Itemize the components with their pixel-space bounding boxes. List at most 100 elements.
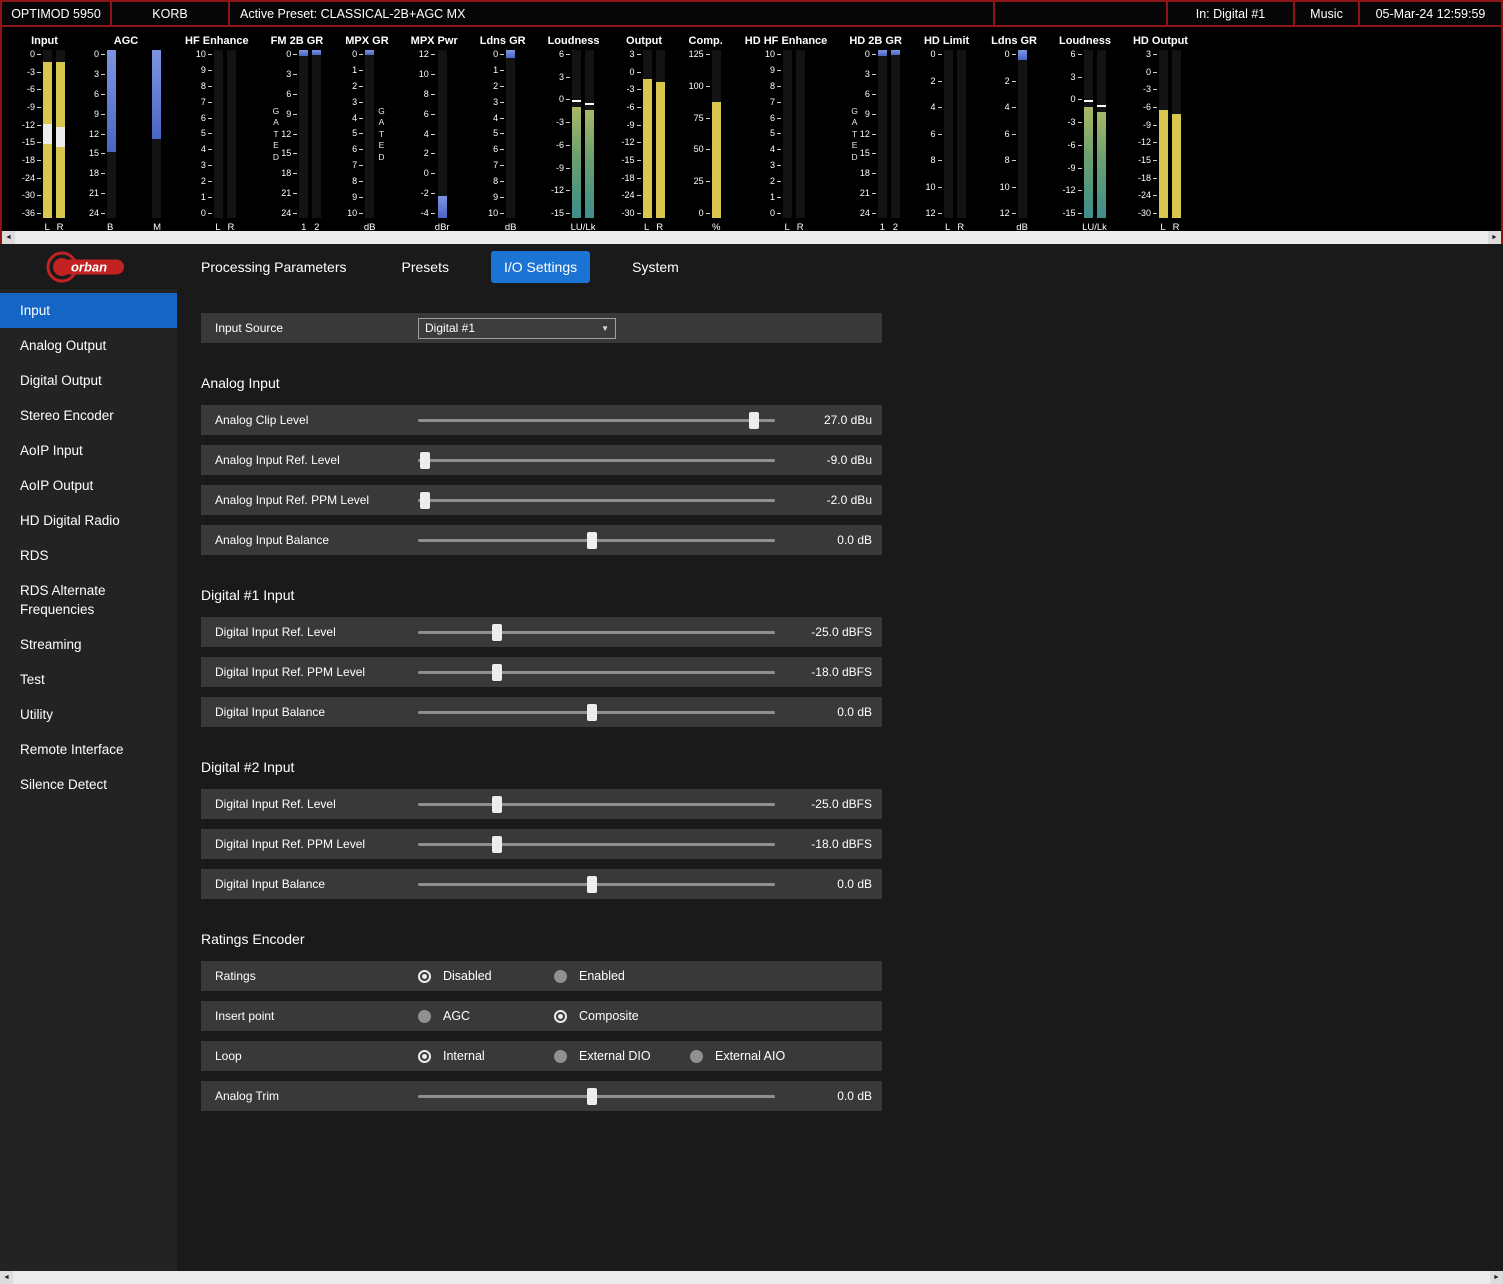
- input-indicator: In: Digital #1: [1168, 2, 1295, 25]
- analog-input-ref-ppm-level-slider[interactable]: [418, 485, 775, 515]
- sidebar-item-digital-output[interactable]: Digital Output: [0, 363, 177, 398]
- analog-input-ref-level-slider[interactable]: [418, 445, 775, 475]
- scale-tick: 0: [196, 209, 212, 218]
- meter-group-hd-hf-enhance-10: HD HF Enhance109876543210LR: [745, 35, 828, 233]
- param-row-analog-input-ref-level: Analog Input Ref. Level-9.0 dBu: [201, 445, 882, 475]
- scale-tick: 9: [196, 66, 212, 75]
- sidebar-item-aoip-output[interactable]: AoIP Output: [0, 468, 177, 503]
- page-scrollbar[interactable]: ◄ ►: [0, 1271, 1503, 1284]
- radio-icon: [418, 970, 431, 983]
- scale-tick: 10: [1000, 183, 1016, 192]
- sidebar-item-rds-alternate-frequencies[interactable]: RDS Alternate Frequencies: [0, 573, 177, 627]
- meter-bridge: Input0-3-6-9-12-15-18-24-30-36LRAGC03691…: [2, 27, 1501, 231]
- scale-tick: -6: [22, 85, 41, 94]
- page-scroll-right-button[interactable]: ►: [1490, 1271, 1503, 1284]
- scale-tick: 25: [689, 177, 710, 186]
- radio-icon: [418, 1050, 431, 1063]
- scroll-right-button[interactable]: ►: [1488, 231, 1501, 244]
- param-label: Digital Input Ref. PPM Level: [215, 837, 418, 851]
- slider-handle[interactable]: [492, 664, 502, 681]
- meter-bar: [1018, 50, 1027, 218]
- slider-track[interactable]: [418, 499, 775, 502]
- page-scrollbar-track[interactable]: [13, 1271, 1490, 1284]
- tab-processing-parameters[interactable]: Processing Parameters: [188, 251, 360, 283]
- slider-track[interactable]: [418, 843, 775, 846]
- slider-track[interactable]: [418, 671, 775, 674]
- slider-track[interactable]: [418, 803, 775, 806]
- scale-tick: 15: [281, 149, 297, 158]
- section-heading-digital-2-input: Digital #2 Input: [201, 759, 1503, 775]
- analog-input-balance-slider[interactable]: [418, 525, 775, 555]
- slider-handle[interactable]: [420, 452, 430, 469]
- param-label: Analog Input Ref. PPM Level: [215, 493, 418, 507]
- meter-peak: [1097, 105, 1106, 107]
- analog-clip-level-slider[interactable]: [418, 405, 775, 435]
- digital-input-balance-slider[interactable]: [418, 697, 775, 727]
- meter-scale: 012345678910: [488, 50, 504, 218]
- scale-tick: 10: [765, 50, 781, 59]
- meter-scrollbar[interactable]: ◄ ►: [2, 231, 1501, 244]
- param-label: Analog Clip Level: [215, 413, 418, 427]
- sidebar-item-analog-output[interactable]: Analog Output: [0, 328, 177, 363]
- radio-option-external-dio[interactable]: External DIO: [554, 1049, 690, 1063]
- radio-option-agc[interactable]: AGC: [418, 1009, 554, 1023]
- meter-scale: 109876543210: [765, 50, 781, 218]
- scale-tick: 6: [347, 145, 363, 154]
- meter-title: Output: [626, 35, 662, 50]
- slider-track[interactable]: [418, 419, 775, 422]
- meter-bar: [643, 50, 652, 218]
- analog-trim-slider[interactable]: [418, 1081, 775, 1111]
- device-name: OPTIMOD 5950: [2, 2, 112, 25]
- meter-group-hd-output-15: HD Output30-3-6-9-12-15-18-24-30LR: [1133, 35, 1188, 233]
- digital-input-balance-slider[interactable]: [418, 869, 775, 899]
- scale-tick: 8: [1000, 156, 1016, 165]
- slider-handle[interactable]: [492, 796, 502, 813]
- tab-presets[interactable]: Presets: [389, 251, 462, 283]
- sidebar-item-aoip-input[interactable]: AoIP Input: [0, 433, 177, 468]
- tab-system[interactable]: System: [619, 251, 692, 283]
- sidebar-item-remote-interface[interactable]: Remote Interface: [0, 732, 177, 767]
- scale-tick: 7: [347, 161, 363, 170]
- scale-tick: 18: [281, 169, 297, 178]
- slider-handle[interactable]: [587, 704, 597, 721]
- slider-handle[interactable]: [587, 1088, 597, 1105]
- scale-tick: 5: [347, 129, 363, 138]
- sidebar-item-test[interactable]: Test: [0, 662, 177, 697]
- digital-input-ref-level-slider[interactable]: [418, 617, 775, 647]
- scale-tick: 7: [488, 161, 504, 170]
- radio-option-composite[interactable]: Composite: [554, 1009, 690, 1023]
- slider-track[interactable]: [418, 631, 775, 634]
- sidebar-item-streaming[interactable]: Streaming: [0, 627, 177, 662]
- input-source-select[interactable]: Digital #1 ▼: [418, 318, 616, 339]
- sidebar-item-utility[interactable]: Utility: [0, 697, 177, 732]
- sidebar-item-rds[interactable]: RDS: [0, 538, 177, 573]
- sidebar-item-hd-digital-radio[interactable]: HD Digital Radio: [0, 503, 177, 538]
- radio-option-disabled[interactable]: Disabled: [418, 969, 554, 983]
- param-row-insert-point: Insert pointAGCComposite: [201, 1001, 882, 1031]
- scroll-left-button[interactable]: ◄: [2, 231, 15, 244]
- slider-handle[interactable]: [420, 492, 430, 509]
- meter-scrollbar-track[interactable]: [15, 231, 1488, 244]
- slider-track[interactable]: [418, 459, 775, 462]
- digital-input-ref-ppm-level-slider[interactable]: [418, 829, 775, 859]
- digital-input-ref-ppm-level-slider[interactable]: [418, 657, 775, 687]
- scale-tick: -18: [622, 174, 641, 183]
- radio-option-internal[interactable]: Internal: [418, 1049, 554, 1063]
- slider-handle[interactable]: [492, 836, 502, 853]
- scale-tick: 4: [765, 145, 781, 154]
- slider-handle[interactable]: [749, 412, 759, 429]
- page-scroll-left-button[interactable]: ◄: [0, 1271, 13, 1284]
- slider-handle[interactable]: [492, 624, 502, 641]
- scale-tick: 12: [89, 130, 105, 139]
- sidebar-item-silence-detect[interactable]: Silence Detect: [0, 767, 177, 802]
- digital-input-ref-level-slider[interactable]: [418, 789, 775, 819]
- radio-option-enabled[interactable]: Enabled: [554, 969, 690, 983]
- sidebar-item-input[interactable]: Input: [0, 293, 177, 328]
- sidebar-item-stereo-encoder[interactable]: Stereo Encoder: [0, 398, 177, 433]
- meter-title: Loudness: [1059, 35, 1111, 50]
- tab-i-o-settings[interactable]: I/O Settings: [491, 251, 590, 283]
- meter-bar: [43, 50, 52, 218]
- slider-handle[interactable]: [587, 876, 597, 893]
- slider-handle[interactable]: [587, 532, 597, 549]
- radio-option-external-aio[interactable]: External AIO: [690, 1049, 826, 1063]
